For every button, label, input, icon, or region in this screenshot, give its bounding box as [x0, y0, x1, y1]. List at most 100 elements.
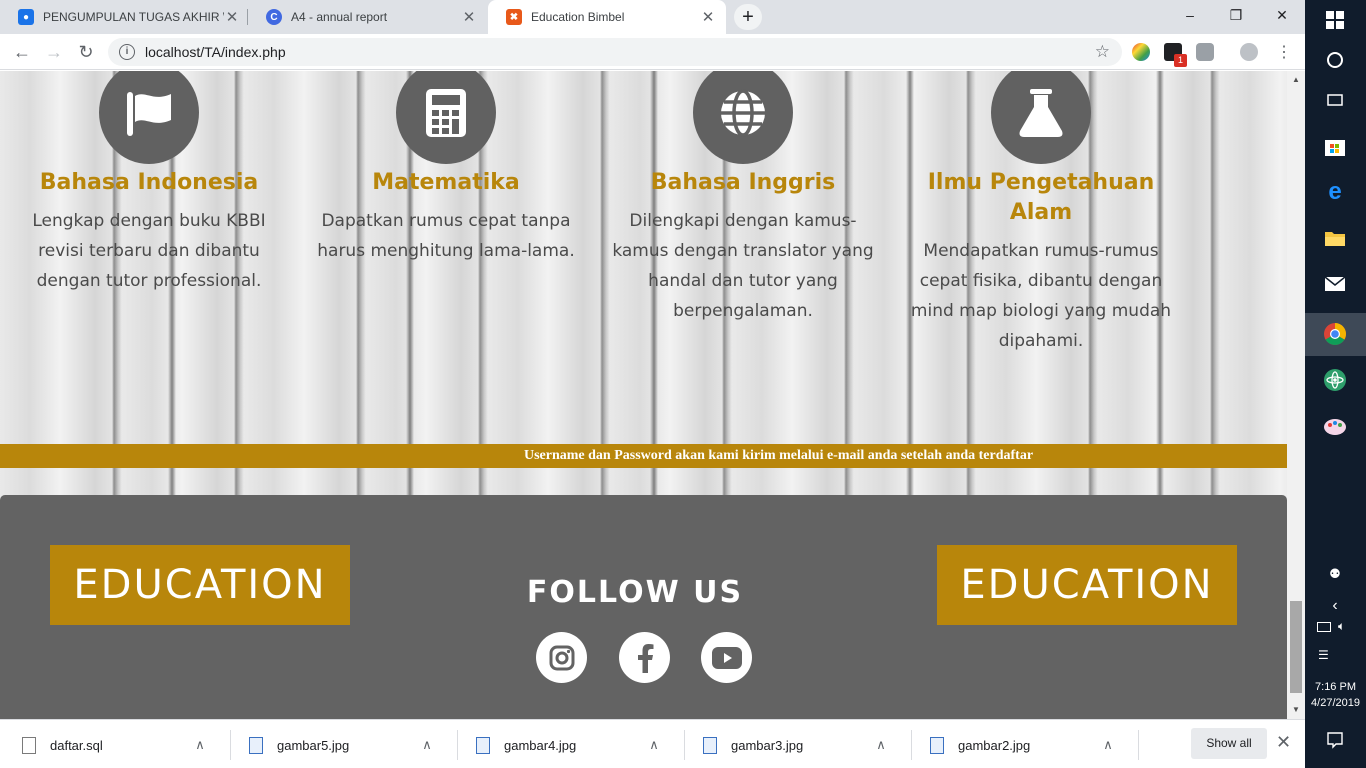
atom-app-icon[interactable]: [1323, 368, 1347, 392]
volume-icon[interactable]: 🔈︎: [1338, 619, 1345, 634]
feature-description: Dilengkapi dengan kamus-kamus dengan tra…: [612, 211, 874, 321]
download-item[interactable]: gambar5.jpg ∧: [227, 726, 453, 764]
marquee-text: Username dan Password akan kami kirim me…: [524, 448, 1034, 463]
page-viewport: Bahasa Indonesia Lengkap dengan buku KBB…: [0, 71, 1287, 719]
chevron-up-icon[interactable]: ∧: [644, 737, 664, 753]
feature-title: Ilmu Pengetahuan Alam: [927, 170, 1155, 225]
scroll-down-arrow[interactable]: ▼: [1287, 705, 1305, 714]
flag-icon: [99, 71, 199, 164]
close-icon[interactable]: ✕: [1276, 732, 1291, 753]
task-view-icon[interactable]: [1323, 88, 1347, 112]
mail-icon[interactable]: [1323, 272, 1347, 296]
education-logo-right[interactable]: EDUCATION: [937, 545, 1237, 625]
url-text[interactable]: localhost/TA/index.php: [145, 44, 286, 60]
people-icon[interactable]: ⚉: [1323, 562, 1347, 586]
feature-title: Matematika: [372, 170, 520, 195]
downloads-bar: daftar.sql ∧ gambar5.jpg ∧ gambar4.jpg ∧…: [0, 719, 1305, 768]
tab-education-bimbel[interactable]: ✖ Education Bimbel ✕: [488, 0, 726, 34]
tab-a4-annual-report[interactable]: C A4 - annual report ✕: [248, 0, 487, 34]
person-icon: ●: [18, 9, 34, 25]
youtube-icon[interactable]: [701, 632, 752, 683]
feature-description: Lengkap dengan buku KBBI revisi terbaru …: [32, 211, 266, 291]
feature-description: Dapatkan rumus cepat tanpa harus menghit…: [317, 211, 575, 261]
tab-pengumpulan[interactable]: ● PENGUMPULAN TUGAS AKHIR W ✕: [0, 0, 250, 34]
feature-title: Bahasa Indonesia: [39, 170, 259, 195]
reload-icon[interactable]: ↻: [72, 38, 100, 66]
chevron-up-icon[interactable]: ∧: [190, 737, 210, 753]
image-file-icon: [930, 736, 944, 754]
forward-icon[interactable]: →: [40, 38, 68, 66]
instagram-icon[interactable]: [536, 632, 587, 683]
tab-title: Education Bimbel: [531, 10, 625, 24]
follow-us-heading: FOLLOW US: [526, 575, 744, 610]
badge-count: 1: [1174, 54, 1187, 67]
clock-time[interactable]: 7:16 PM: [1305, 681, 1366, 693]
page-scrollbar[interactable]: ▲ ▼: [1287, 71, 1305, 719]
download-item[interactable]: gambar4.jpg ∧: [454, 726, 680, 764]
battery-icon[interactable]: [1317, 622, 1331, 632]
clock-date[interactable]: 4/27/2019: [1305, 697, 1366, 709]
image-file-icon: [249, 736, 263, 754]
close-window-button[interactable]: ✕: [1259, 0, 1305, 30]
close-icon[interactable]: ✕: [461, 8, 477, 26]
minimize-button[interactable]: –: [1167, 0, 1213, 30]
download-item[interactable]: gambar3.jpg ∧: [681, 726, 907, 764]
chrome-icon[interactable]: [1323, 322, 1347, 346]
calculator-icon: [396, 71, 496, 164]
download-item[interactable]: daftar.sql ∧: [0, 726, 226, 764]
tab-title: A4 - annual report: [291, 10, 388, 24]
browser-window: ● PENGUMPULAN TUGAS AKHIR W ✕ C A4 - ann…: [0, 0, 1305, 768]
edge-icon[interactable]: e: [1323, 178, 1347, 205]
file-explorer-icon[interactable]: [1323, 226, 1347, 250]
flask-icon: [991, 71, 1091, 164]
browser-toolbar: ← → ↻ i localhost/TA/index.php ☆ 1 ⋮: [0, 34, 1305, 70]
cortana-icon[interactable]: [1323, 48, 1347, 72]
chevron-left-icon[interactable]: ‹: [1323, 594, 1347, 618]
feature-description: Mendapatkan rumus-rumus cepat fisika, di…: [910, 241, 1172, 351]
canva-icon: C: [266, 9, 282, 25]
menu-dots-icon[interactable]: ⋮: [1276, 42, 1292, 62]
download-filename: gambar3.jpg: [731, 737, 804, 753]
extension-icon[interactable]: [1132, 43, 1150, 61]
info-icon[interactable]: i: [119, 44, 135, 60]
announcement-marquee: Username dan Password akan kami kirim me…: [0, 444, 1287, 468]
bookmark-star-icon[interactable]: ☆: [1095, 42, 1110, 62]
xampp-icon: ✖: [506, 9, 522, 25]
tab-strip: ● PENGUMPULAN TUGAS AKHIR W ✕ C A4 - ann…: [0, 0, 1305, 34]
action-center-icon[interactable]: [1323, 728, 1347, 752]
facebook-icon[interactable]: [619, 632, 670, 683]
globe-icon: [693, 71, 793, 164]
restore-button[interactable]: ❐: [1213, 0, 1259, 30]
windows-start-icon[interactable]: [1323, 8, 1347, 32]
download-filename: daftar.sql: [50, 737, 103, 753]
feature-title: Bahasa Inggris: [650, 170, 836, 195]
image-file-icon: [703, 736, 717, 754]
store-icon[interactable]: [1323, 134, 1347, 158]
profile-avatar-icon[interactable]: [1240, 43, 1258, 61]
download-filename: gambar4.jpg: [504, 737, 577, 753]
new-tab-button[interactable]: +: [734, 4, 762, 30]
image-file-icon: [476, 736, 490, 754]
close-icon[interactable]: ✕: [700, 8, 716, 26]
education-logo-left[interactable]: EDUCATION: [50, 545, 350, 625]
address-bar[interactable]: i localhost/TA/index.php ☆: [108, 38, 1122, 66]
chevron-up-icon[interactable]: ∧: [417, 737, 437, 753]
file-icon: [22, 736, 36, 754]
divider: [1138, 730, 1139, 760]
camera-icon[interactable]: [1196, 43, 1214, 61]
back-icon[interactable]: ←: [8, 38, 36, 66]
scroll-up-arrow[interactable]: ▲: [1287, 75, 1305, 84]
windows-taskbar: e ⚉ ‹ 🔈︎ ☰ 7:16 PM 4/27/2019: [1305, 0, 1366, 768]
chevron-up-icon[interactable]: ∧: [1098, 737, 1118, 753]
download-filename: gambar5.jpg: [277, 737, 350, 753]
scrollbar-thumb[interactable]: [1290, 601, 1302, 693]
wifi-icon[interactable]: ☰: [1318, 648, 1329, 662]
show-all-button[interactable]: Show all: [1191, 728, 1267, 759]
site-footer: EDUCATION FOLLOW US EDUCATION: [0, 495, 1287, 719]
paint-app-icon[interactable]: [1323, 414, 1347, 438]
tab-title: PENGUMPULAN TUGAS AKHIR W: [43, 10, 224, 24]
chevron-up-icon[interactable]: ∧: [871, 737, 891, 753]
download-filename: gambar2.jpg: [958, 737, 1031, 753]
download-item[interactable]: gambar2.jpg ∧: [908, 726, 1134, 764]
close-icon[interactable]: ✕: [224, 8, 240, 26]
